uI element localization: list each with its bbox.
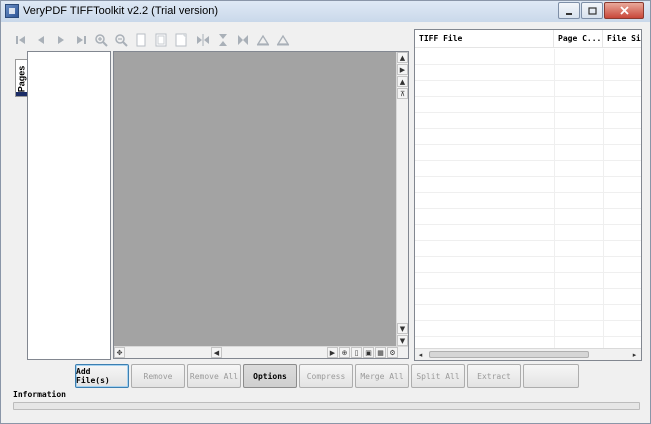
settings-icon[interactable]: ⚙ [387,347,398,358]
document-viewer[interactable]: ▲ ▶ ▲ ⊼ ▼ ▼ ✥ ◀ ▶ ⊕ ▯ ▣ ▦ ⚙ [113,51,409,359]
title-bar[interactable]: VeryPDF TIFFToolkit v2.2 (Trial version) [1,1,650,22]
zoom-view-icon[interactable]: ⊕ [339,347,350,358]
extract-button[interactable]: Extract [467,364,521,388]
remove-button[interactable]: Remove [131,364,185,388]
progress-bar [13,402,640,410]
pages-tab-label: Pages [16,65,27,93]
information-label: Information [13,390,66,399]
single-page-icon[interactable]: ▯ [351,347,362,358]
window-controls [557,2,644,19]
remove-all-button[interactable]: Remove All [187,364,241,388]
scroll-left-icon[interactable]: ◂ [415,349,426,360]
viewer-canvas[interactable] [114,52,397,347]
next-page-icon[interactable] [53,32,69,48]
file-list-horizontal-scrollbar[interactable]: ◂ ▸ [415,348,641,360]
first-page-icon[interactable] [13,32,29,48]
file-list[interactable]: TIFF File Page C... File Siz ◂ ▸ [414,29,642,361]
column-page-count[interactable]: Page C... [554,30,603,48]
two-page-icon[interactable]: ▣ [363,347,374,358]
pages-tab-indicator [16,92,27,96]
column-file-size[interactable]: File Siz [603,30,641,48]
rotate-left-icon[interactable] [255,32,271,48]
scroll-up-icon[interactable]: ▲ [397,52,408,63]
page-up-icon[interactable]: ▲ [397,76,408,87]
rotate-icon[interactable] [235,32,251,48]
actual-size-icon[interactable] [133,32,149,48]
toolbar [13,30,295,50]
viewer-horizontal-scrollbar[interactable]: ✥ ◀ ▶ ⊕ ▯ ▣ ▦ ⚙ [114,346,408,358]
scroll-right-icon[interactable]: ▶ [327,347,338,358]
page-top-icon[interactable]: ⊼ [397,88,408,99]
column-divider [603,49,604,349]
zoom-out-icon[interactable] [113,32,129,48]
rotate-right-icon[interactable] [275,32,291,48]
minimize-icon [566,12,572,15]
column-tiff-file[interactable]: TIFF File [415,30,554,48]
maximize-icon [587,6,597,15]
extra-button[interactable] [523,364,579,388]
close-button[interactable] [604,2,644,19]
grid-view-icon[interactable]: ▦ [375,347,386,358]
scroll-left-icon[interactable]: ◀ [211,347,222,358]
app-window: VeryPDF TIFFToolkit v2.2 (Trial version) [0,0,651,424]
flip-vertical-icon[interactable] [215,32,231,48]
add-files-button[interactable]: Add File(s) [75,364,129,388]
pages-tab[interactable]: Pages [15,59,27,97]
close-icon [619,6,629,15]
merge-all-button[interactable]: Merge All [355,364,409,388]
minimize-button[interactable] [558,2,580,19]
fit-page-icon[interactable] [153,32,169,48]
scroll-right-icon[interactable]: ▸ [629,349,640,360]
viewer-vertical-scrollbar[interactable]: ▲ ▶ ▲ ⊼ ▼ ▼ [396,52,408,347]
file-list-rows [415,49,641,349]
scroll-down-icon[interactable]: ▼ [397,323,408,334]
next-page-arrow-icon[interactable]: ▶ [397,64,408,75]
prev-page-icon[interactable] [33,32,49,48]
pages-panel[interactable] [27,51,111,360]
page-down-icon[interactable]: ▼ [397,335,408,346]
scrollbar-thumb[interactable] [429,351,589,358]
compress-button[interactable]: Compress [299,364,353,388]
split-all-button[interactable]: Split All [411,364,465,388]
pan-icon[interactable]: ✥ [114,347,125,358]
flip-horizontal-icon[interactable] [195,32,211,48]
last-page-icon[interactable] [73,32,89,48]
window-title: VeryPDF TIFFToolkit v2.2 (Trial version) [23,5,218,17]
fit-width-icon[interactable] [173,32,189,48]
app-icon [5,4,19,18]
file-list-header: TIFF File Page C... File Siz [415,30,641,48]
maximize-button[interactable] [581,2,603,19]
zoom-in-icon[interactable] [93,32,109,48]
options-button[interactable]: Options [243,364,297,388]
column-divider [554,49,555,349]
